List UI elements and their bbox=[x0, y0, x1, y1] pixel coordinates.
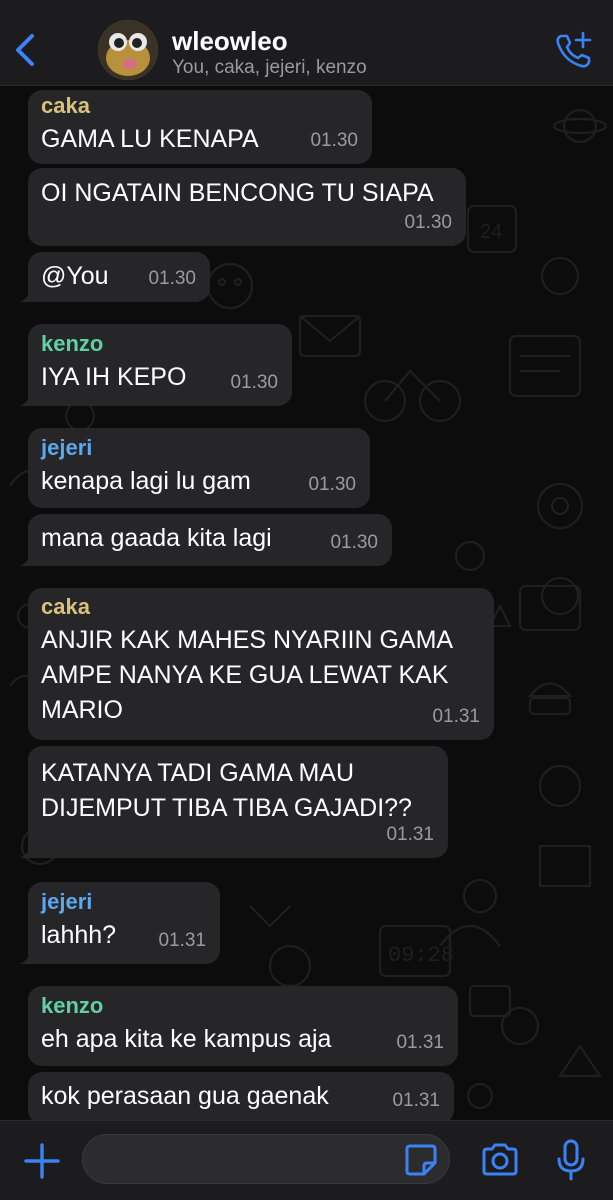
message-time: 01.30 bbox=[310, 130, 358, 151]
svg-text:24: 24 bbox=[480, 221, 502, 243]
bubble-tail bbox=[20, 946, 38, 964]
message-text: kenapa lagi lu gam bbox=[41, 467, 251, 495]
add-call-button[interactable] bbox=[553, 30, 595, 70]
bubble-tail bbox=[20, 388, 38, 406]
svg-text:09:28: 09:28 bbox=[388, 943, 454, 968]
bubble-tail bbox=[20, 284, 38, 302]
message-time: 01.30 bbox=[308, 474, 356, 495]
camera-icon bbox=[482, 1143, 518, 1176]
microphone-icon bbox=[557, 1139, 585, 1181]
chat-area[interactable]: 24 09:28 caka GAMA LU KENAPA 01.30 OI NG… bbox=[0, 86, 613, 1120]
message-bubble[interactable]: KATANYA TADI GAMA MAU DIJEMPUT TIBA TIBA… bbox=[20, 746, 448, 858]
message-bubble[interactable]: caka GAMA LU KENAPA 01.30 bbox=[28, 90, 372, 164]
message-bubble[interactable]: OI NGATAIN BENCONG TU SIAPA 01.30 bbox=[28, 168, 466, 246]
message-bubble[interactable]: kenzo IYA IH KEPO 01.30 bbox=[20, 324, 292, 406]
group-avatar[interactable] bbox=[98, 20, 158, 80]
message-bubble[interactable]: caka ANJIR KAK MAHES NYARIIN GAMA AMPE N… bbox=[28, 588, 494, 740]
message-text: kok perasaan gua gaenak bbox=[41, 1082, 329, 1110]
message-time: 01.30 bbox=[330, 532, 378, 553]
message-time: 01.30 bbox=[148, 268, 196, 289]
bubble-tail bbox=[20, 548, 38, 566]
message-sender: kenzo bbox=[41, 331, 104, 356]
message-time: 01.30 bbox=[404, 212, 452, 233]
message-text: eh apa kita ke kampus aja bbox=[41, 1025, 332, 1053]
message-time: 01.31 bbox=[396, 1032, 444, 1053]
chat-header: wleowleo You, caka, jejeri, kenzo bbox=[0, 0, 613, 86]
message-input[interactable] bbox=[82, 1134, 450, 1184]
chevron-left-icon bbox=[16, 34, 34, 66]
message-text: mana gaada kita lagi bbox=[41, 524, 272, 552]
message-text: IYA IH KEPO bbox=[41, 363, 187, 391]
bubble-tail bbox=[20, 840, 38, 858]
message-text: OI NGATAIN BENCONG TU SIAPA bbox=[41, 179, 434, 207]
message-text: GAMA LU KENAPA bbox=[41, 125, 259, 153]
message-time: 01.30 bbox=[230, 372, 278, 393]
back-button[interactable] bbox=[8, 30, 44, 70]
group-members[interactable]: You, caka, jejeri, kenzo bbox=[172, 57, 367, 79]
group-name[interactable]: wleowleo bbox=[172, 26, 288, 57]
sticker-button[interactable] bbox=[404, 1143, 438, 1177]
message-sender: jejeri bbox=[41, 889, 93, 914]
message-text: KATANYA TADI GAMA MAU DIJEMPUT TIBA TIBA… bbox=[41, 759, 412, 822]
message-text: ANJIR KAK MAHES NYARIIN GAMA AMPE NANYA … bbox=[41, 626, 452, 724]
message-bubble[interactable]: kenzo eh apa kita ke kampus aja 01.31 bbox=[28, 986, 458, 1066]
message-time: 01.31 bbox=[432, 706, 480, 727]
input-bar bbox=[0, 1120, 613, 1200]
message-text: lahhh? bbox=[41, 921, 117, 949]
message-bubble[interactable]: jejeri lahhh? 01.31 bbox=[20, 882, 220, 964]
message-time: 01.31 bbox=[158, 930, 206, 951]
message-time: 01.31 bbox=[392, 1090, 440, 1111]
message-sender: kenzo bbox=[41, 993, 104, 1018]
microphone-button[interactable] bbox=[556, 1139, 586, 1181]
camera-button[interactable] bbox=[480, 1143, 520, 1177]
message-time: 01.31 bbox=[386, 824, 434, 845]
message-bubble[interactable]: mana gaada kita lagi 01.30 bbox=[20, 514, 392, 566]
message-sender: jejeri bbox=[41, 435, 93, 460]
sticker-icon bbox=[405, 1144, 437, 1176]
message-bubble[interactable]: kok perasaan gua gaenak 01.31 bbox=[28, 1072, 454, 1120]
message-sender: caka bbox=[41, 93, 90, 118]
plus-icon bbox=[24, 1143, 60, 1179]
message-sender: caka bbox=[41, 594, 90, 619]
attach-button[interactable] bbox=[22, 1141, 62, 1181]
message-text: @You bbox=[41, 262, 109, 290]
message-bubble[interactable]: @You 01.30 bbox=[20, 252, 210, 302]
add-call-icon bbox=[556, 31, 592, 68]
message-bubble[interactable]: jejeri kenapa lagi lu gam 01.30 bbox=[28, 428, 370, 508]
